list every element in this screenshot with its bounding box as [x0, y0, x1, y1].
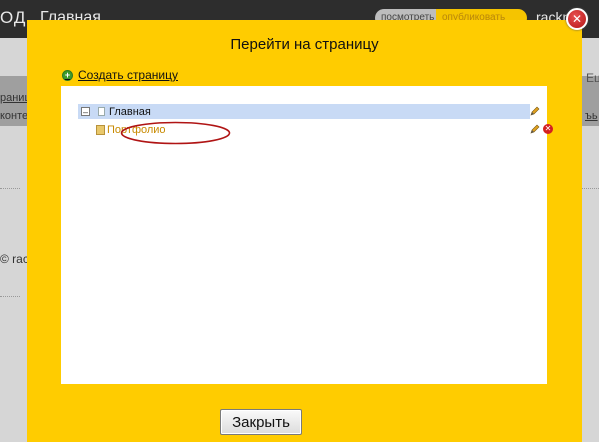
- page-icon: [98, 107, 105, 116]
- create-page-label: Создать страницу: [78, 68, 178, 82]
- edit-pencil-icon[interactable]: [530, 106, 540, 116]
- close-icon[interactable]: ✕: [566, 8, 588, 30]
- add-icon: +: [62, 69, 73, 81]
- tree-item-home[interactable]: – Главная: [78, 104, 530, 119]
- dialog-title: Перейти на страницу: [230, 36, 379, 53]
- background-right-text: Ец: [586, 71, 599, 85]
- tree-item-portfolio[interactable]: Портфолио: [78, 122, 530, 137]
- tree-item-label[interactable]: Портфолио: [107, 124, 166, 136]
- collapse-icon[interactable]: –: [81, 107, 90, 117]
- divider: [579, 188, 599, 189]
- divider: [0, 296, 20, 297]
- edit-pencil-icon[interactable]: [530, 124, 540, 134]
- goto-page-dialog: Перейти на страницу + Создать страницу –…: [27, 20, 582, 442]
- page-tree: – Главная Портфолио ✕: [61, 86, 553, 384]
- delete-icon[interactable]: ✕: [543, 124, 553, 134]
- create-page-link[interactable]: + Создать страницу: [62, 68, 178, 82]
- tree-item-label[interactable]: Главная: [109, 106, 151, 118]
- background-text: конте: [0, 110, 29, 122]
- app-logo: ОД: [0, 8, 27, 27]
- page-folder-icon: [96, 124, 105, 135]
- copyright-text: © rac: [0, 252, 29, 266]
- divider: [0, 188, 20, 189]
- close-button[interactable]: Закрыть: [220, 409, 302, 435]
- background-right-link[interactable]: ъь: [585, 110, 598, 122]
